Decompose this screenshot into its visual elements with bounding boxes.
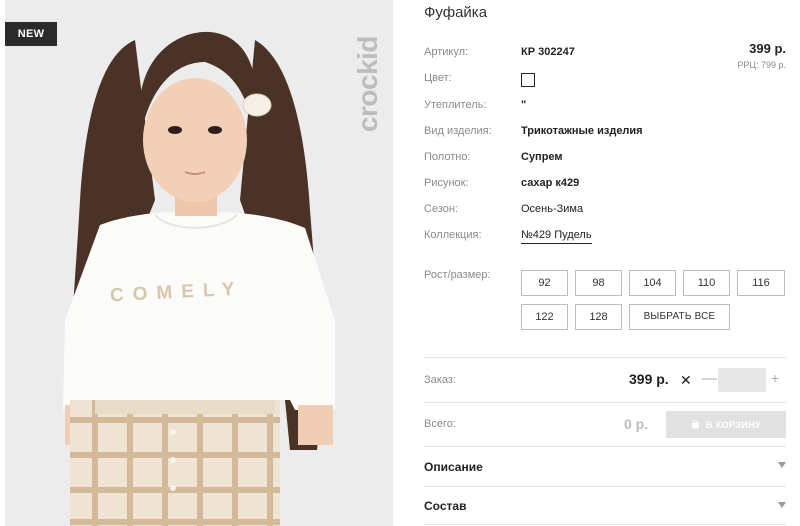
season-label: Сезон: — [424, 203, 458, 215]
order-label: Заказ: — [424, 374, 456, 386]
total-price: 0 р. — [624, 416, 649, 432]
chevron-down-icon[interactable] — [778, 502, 786, 508]
price-rrc: РРЦ: 799 р. — [737, 60, 786, 70]
size-option-98[interactable]: 98 — [575, 270, 622, 296]
size-option-116[interactable]: 116 — [737, 270, 785, 296]
product-title: Фуфайка — [424, 4, 488, 21]
size-label: Рост/размер: — [424, 269, 491, 281]
accordion-description[interactable]: Описание — [424, 460, 483, 474]
new-badge: NEW — [5, 22, 57, 46]
accordion-composition[interactable]: Состав — [424, 499, 466, 513]
price-main: 399 р. — [749, 41, 786, 56]
times-icon: ✕ — [680, 372, 692, 388]
insulation-value: " — [521, 99, 527, 111]
product-photo[interactable]: COMELY crockid NEW — [5, 0, 393, 526]
pattern-label: Рисунок: — [424, 177, 469, 189]
article-value: КР 302247 — [521, 46, 575, 58]
collection-label: Коллекция: — [424, 229, 482, 241]
season-value: Осень-Зима — [521, 203, 584, 215]
chevron-down-icon[interactable] — [778, 462, 786, 468]
insulation-label: Утеплитель: — [424, 99, 487, 111]
quantity-decrease-button[interactable]: — — [702, 370, 717, 387]
fabric-label: Полотно: — [424, 151, 471, 163]
order-price: 399 р. — [629, 371, 669, 387]
collection-link[interactable]: №429 Пудель — [521, 229, 592, 244]
size-option-122[interactable]: 122 — [521, 304, 568, 330]
type-label: Вид изделия: — [424, 125, 492, 137]
divider — [424, 446, 786, 447]
total-label: Всего: — [424, 418, 456, 430]
size-option-110[interactable]: 110 — [683, 270, 730, 296]
article-label: Артикул: — [424, 46, 469, 58]
size-option-104[interactable]: 104 — [629, 270, 676, 296]
product-photo-illustration — [5, 0, 393, 526]
brand-logo-text: crockid — [352, 35, 383, 133]
divider — [424, 402, 786, 403]
quantity-increase-button[interactable]: + — [768, 370, 782, 386]
shopping-bag-icon — [691, 420, 700, 429]
color-label: Цвет: — [424, 72, 452, 84]
size-option-92[interactable]: 92 — [521, 270, 568, 296]
pattern-value: сахар к429 — [521, 177, 580, 189]
divider — [424, 357, 786, 358]
fabric-value: Супрем — [521, 151, 563, 163]
add-to-cart-button[interactable]: В КОРЗИНУ — [666, 411, 786, 438]
quantity-input[interactable] — [718, 368, 766, 392]
color-swatch[interactable] — [521, 73, 535, 87]
select-all-sizes-button[interactable]: ВЫБРАТЬ ВСЕ — [629, 304, 730, 330]
type-value: Трикотажные изделия — [521, 125, 643, 137]
brand-logo: crockid — [345, 10, 389, 170]
divider — [424, 524, 786, 525]
divider — [424, 486, 786, 487]
add-to-cart-label: В КОРЗИНУ — [705, 419, 762, 430]
size-option-128[interactable]: 128 — [575, 304, 622, 330]
